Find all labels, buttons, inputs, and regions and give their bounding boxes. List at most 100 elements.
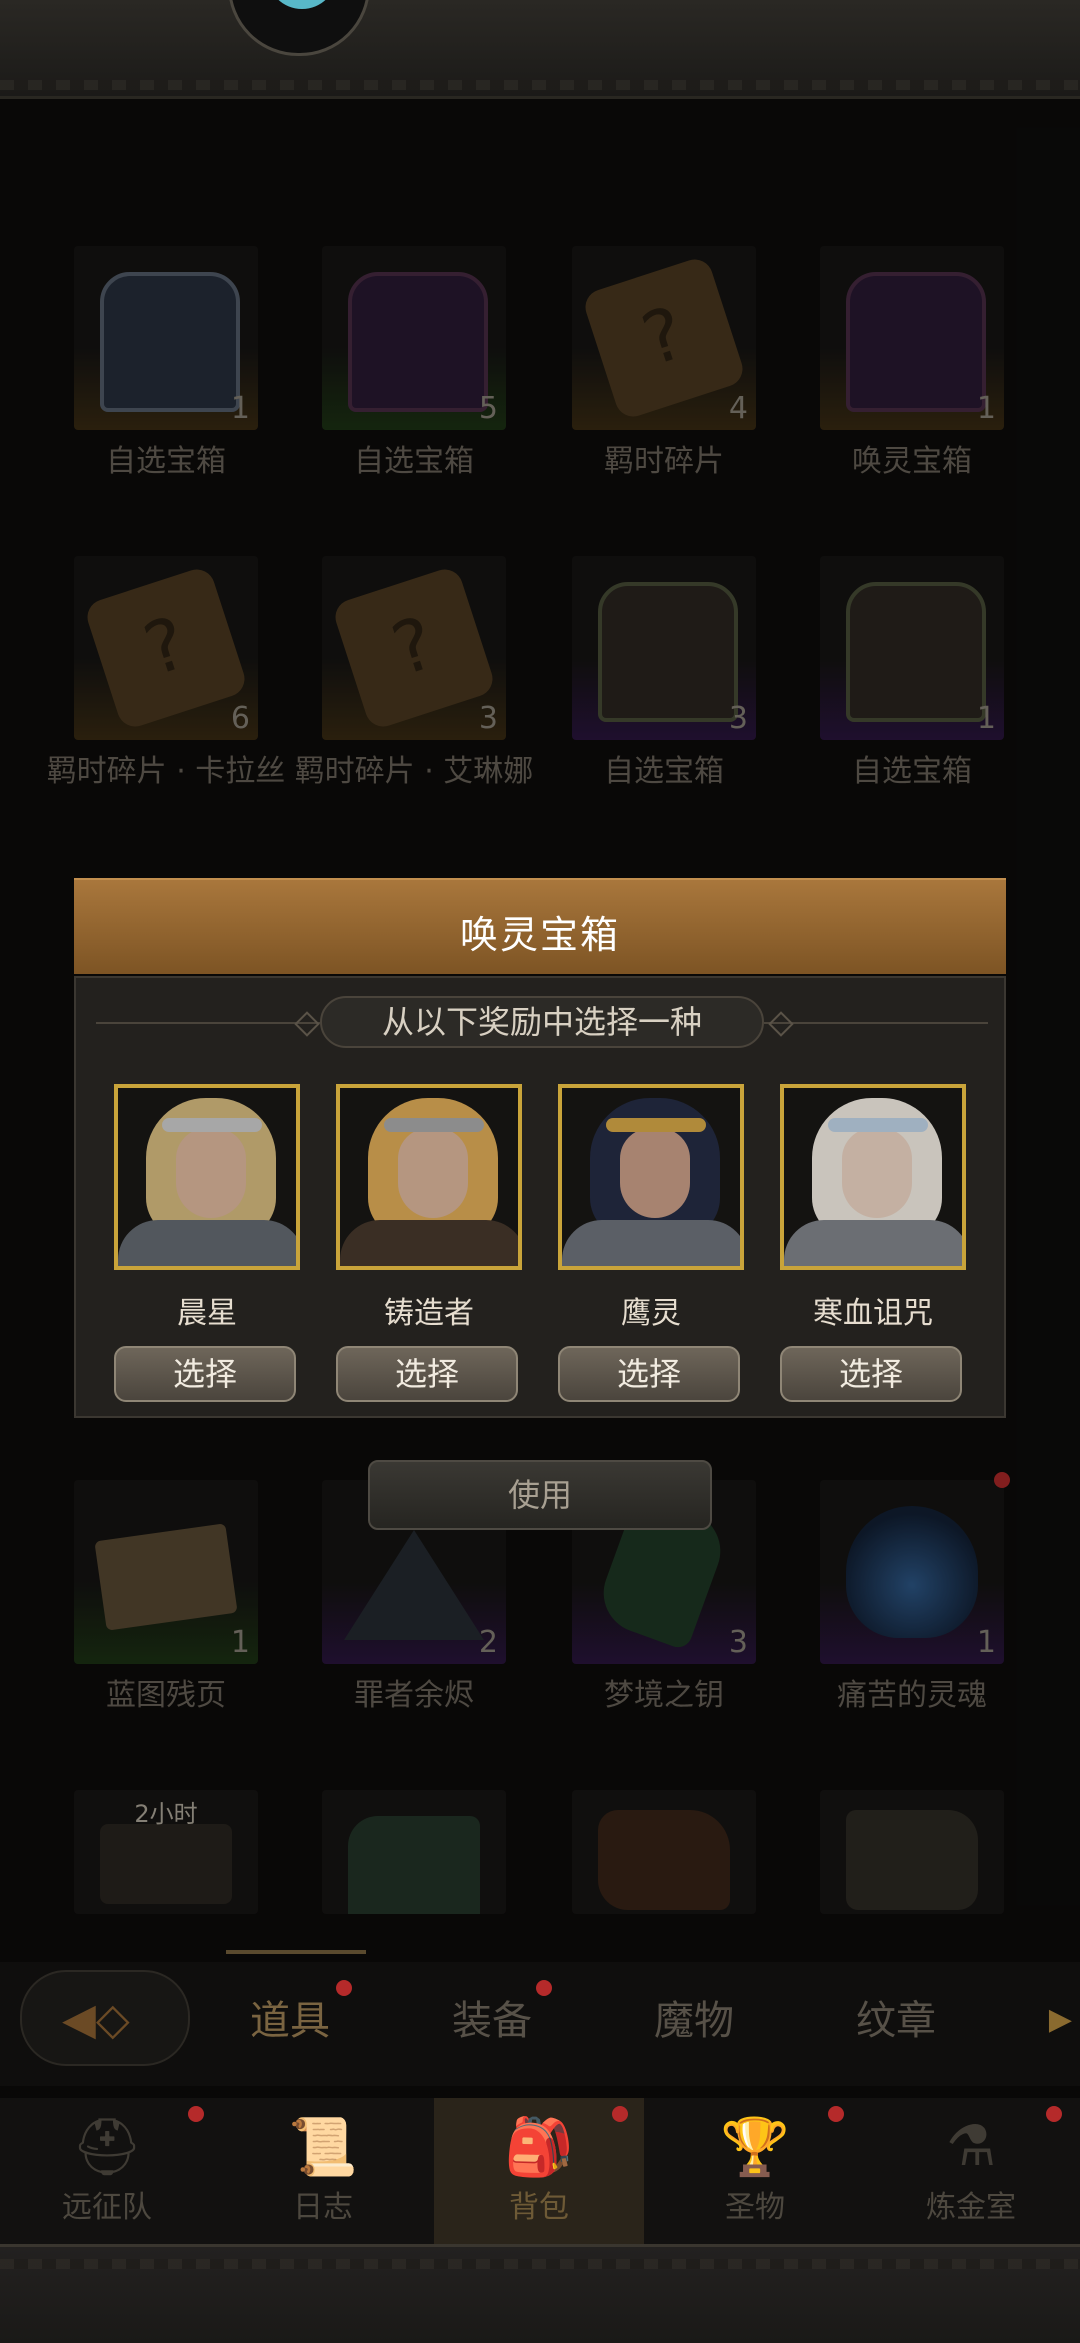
select-button[interactable]: 选择 <box>558 1346 740 1402</box>
alchemy-icon: ⚗ <box>945 2114 997 2179</box>
inventory-slot[interactable] <box>820 1790 1004 1914</box>
item-count: 3 <box>728 701 748 736</box>
hero-portrait[interactable] <box>336 1084 522 1270</box>
item-count: 1 <box>976 1625 996 1660</box>
item-count: 5 <box>478 391 498 426</box>
tab-items[interactable]: 道具 <box>250 1988 330 2046</box>
divider-ornament <box>768 1011 794 1037</box>
helmet-icon: ⛑ <box>71 2115 143 2180</box>
inventory-slot[interactable]: 3 羁时碎片 · 艾琳娜 <box>295 556 533 790</box>
hero-name: 晨星 <box>177 1296 237 1331</box>
item-label: 罪者余烬 <box>354 1678 474 1713</box>
divider <box>764 1022 988 1024</box>
item-label: 唤灵宝箱 <box>852 444 972 479</box>
inventory-slot[interactable]: 1 自选宝箱 <box>820 556 1004 790</box>
item-label: 羁时碎片 <box>604 444 724 479</box>
reward-choice: 晨星 选择 <box>114 1084 300 1402</box>
item-count: 3 <box>728 1625 748 1660</box>
notification-dot <box>612 2106 628 2122</box>
mascot-avatar[interactable] <box>228 0 370 56</box>
hero-name: 铸造者 <box>384 1296 474 1331</box>
item-label: 自选宝箱 <box>604 754 724 789</box>
reward-choice-dialog: 唤灵宝箱 从以下奖励中选择一种 晨星 选择 铸造者 选择 鹰灵 选择 寒血诅咒 … <box>74 878 1006 1418</box>
brown-ore-icon <box>598 1810 730 1910</box>
tab-emblems[interactable]: 纹章 <box>856 1988 936 2046</box>
hero-portrait[interactable] <box>558 1084 744 1270</box>
reward-choice: 鹰灵 选择 <box>558 1084 744 1402</box>
item-count: 4 <box>728 391 748 426</box>
nav-relics[interactable]: 🏆 圣物 <box>650 2098 860 2244</box>
chalice-icon: 🏆 <box>720 2115 790 2180</box>
inventory-slot[interactable]: 1 痛苦的灵魂 <box>820 1472 1010 1714</box>
bottom-navigation: ⛑ 远征队 📜 日志 🎒 背包 🏆 圣物 ⚗ 炼金室 <box>0 2098 1080 2244</box>
altar-icon <box>100 1824 232 1904</box>
chest-icon <box>598 582 738 722</box>
notification-dot <box>536 1980 552 1996</box>
inventory-slot[interactable]: 1 蓝图残页 <box>74 1480 258 1714</box>
nav-journal[interactable]: 📜 日志 <box>218 2098 428 2244</box>
item-label: 羁时碎片 · 卡拉丝 <box>46 754 286 789</box>
grey-ore-icon <box>846 1810 978 1910</box>
inventory-slot[interactable] <box>322 1790 506 1914</box>
puzzle-piece-icon <box>580 254 748 422</box>
hero-portrait[interactable] <box>780 1084 966 1270</box>
item-label: 蓝图残页 <box>106 1678 226 1713</box>
scroll-icon: 📜 <box>288 2115 358 2180</box>
inventory-slot[interactable]: 3 自选宝箱 <box>572 556 756 790</box>
green-ore-icon <box>348 1816 480 1914</box>
item-count: 6 <box>230 701 250 736</box>
item-label: 梦境之钥 <box>604 1678 724 1713</box>
hero-portrait[interactable] <box>114 1084 300 1270</box>
active-tab-indicator <box>226 1950 366 1954</box>
select-button[interactable]: 选择 <box>780 1346 962 1402</box>
back-button[interactable]: ◀◇ <box>20 1970 190 2066</box>
category-tabbar: ◀◇ 道具 装备 魔物 纹章 ▶ <box>0 1962 1080 2086</box>
chest-icon <box>348 272 488 412</box>
inventory-slot[interactable]: 2小时 <box>74 1790 258 1914</box>
dialog-title: 唤灵宝箱 <box>459 913 620 957</box>
hero-name: 鹰灵 <box>621 1296 681 1331</box>
soul-flame-icon <box>846 1506 978 1638</box>
item-count: 1 <box>976 391 996 426</box>
notification-dot <box>336 1980 352 1996</box>
chevron-right-icon[interactable]: ▶ <box>1049 2002 1072 2037</box>
chest-icon <box>846 582 986 722</box>
tab-monsters[interactable]: 魔物 <box>654 1988 734 2046</box>
ember-pyramid-icon <box>344 1530 484 1640</box>
item-count: 2 <box>478 1625 498 1660</box>
inventory-slot[interactable]: 4 羁时碎片 <box>572 246 756 480</box>
item-label: 痛苦的灵魂 <box>837 1678 987 1713</box>
back-arrow-icon: ◀◇ <box>62 1994 130 2045</box>
reward-choice: 铸造者 选择 <box>336 1084 522 1402</box>
inventory-slot[interactable]: 1 自选宝箱 <box>74 246 258 480</box>
notification-dot <box>188 2106 204 2122</box>
item-count: 3 <box>478 701 498 736</box>
tab-equipment[interactable]: 装备 <box>452 1988 532 2046</box>
inventory-slot[interactable]: 5 自选宝箱 <box>322 246 506 480</box>
notification-dot <box>1046 2106 1062 2122</box>
nav-expedition[interactable]: ⛑ 远征队 <box>2 2098 212 2244</box>
item-count: 1 <box>976 701 996 736</box>
item-timer: 2小时 <box>134 1800 198 1828</box>
notification-dot <box>828 2106 844 2122</box>
inventory-slot[interactable]: 1 唤灵宝箱 <box>820 246 1004 480</box>
notification-dot <box>994 1472 1010 1488</box>
mascot-icon <box>267 0 337 9</box>
dialog-body: 从以下奖励中选择一种 晨星 选择 铸造者 选择 鹰灵 选择 寒血诅咒 选择 <box>74 976 1006 1418</box>
use-button[interactable]: 使用 <box>368 1460 712 1530</box>
item-label: 自选宝箱 <box>852 754 972 789</box>
dialog-header: 唤灵宝箱 <box>74 878 1006 974</box>
inventory-slot[interactable] <box>572 1790 756 1914</box>
select-button[interactable]: 选择 <box>114 1346 296 1402</box>
nav-backpack[interactable]: 🎒 背包 <box>434 2098 644 2244</box>
nav-alchemy[interactable]: ⚗ 炼金室 <box>866 2098 1076 2244</box>
blueprint-page-icon <box>94 1523 238 1631</box>
inventory-slot[interactable]: 6 羁时碎片 · 卡拉丝 <box>47 556 285 790</box>
hero-name: 寒血诅咒 <box>813 1296 933 1331</box>
divider-ornament <box>294 1011 320 1037</box>
reward-choice: 寒血诅咒 选择 <box>780 1084 966 1402</box>
backpack-icon: 🎒 <box>504 2115 574 2180</box>
select-button[interactable]: 选择 <box>336 1346 518 1402</box>
top-frame <box>0 0 1080 99</box>
item-count: 1 <box>230 391 250 426</box>
